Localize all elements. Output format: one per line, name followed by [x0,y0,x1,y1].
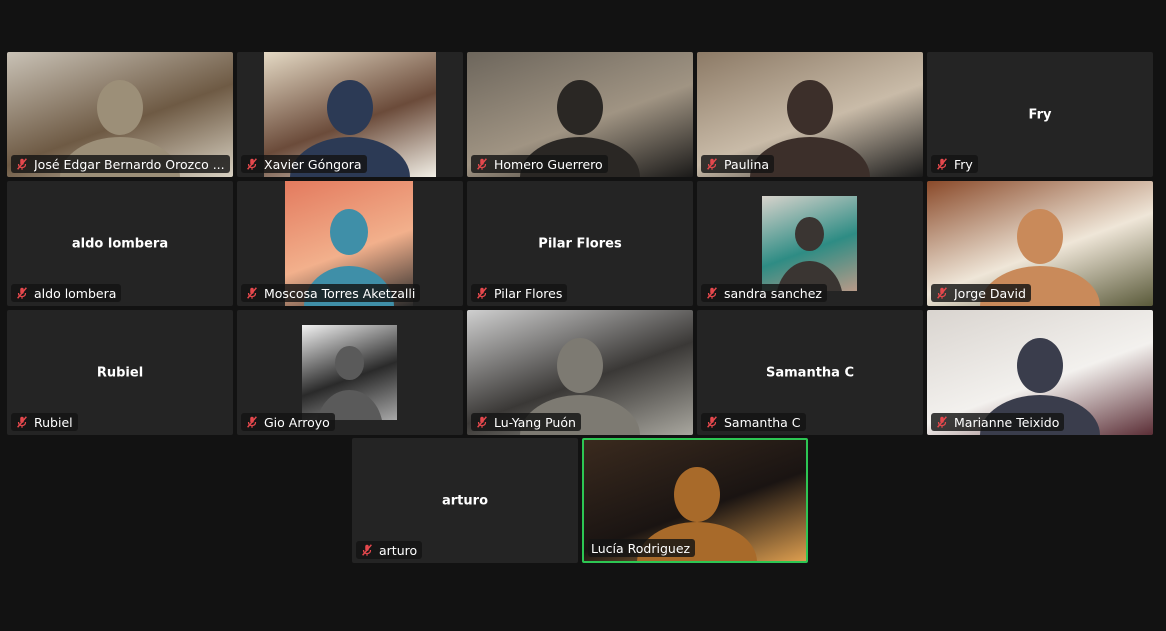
name-label: Fry [931,155,978,173]
participant-name: Rubiel [34,414,73,430]
person-head [97,79,143,135]
participant-tile[interactable]: Paulina [697,52,923,177]
participant-name: Jorge David [954,285,1026,301]
participant-tile[interactable]: Lu-Yang Puón [467,310,693,435]
participant-display-name: Pilar Flores [538,236,622,251]
name-label: Lucía Rodriguez [588,539,696,557]
name-label: Marianne Teixido [931,413,1065,431]
name-label: Samantha C [701,413,806,431]
mic-muted-icon [17,287,27,299]
participant-display-name: aldo lombera [71,236,169,251]
participant-tile[interactable]: sandra sanchez [697,181,923,306]
participant-tile[interactable]: Pilar Flores Pilar Flores [467,181,693,306]
mic-muted-icon [17,158,27,170]
participant-name: Moscosa Torres Aketzalli [264,285,416,301]
participant-display-name: arturo [442,493,488,508]
person-head [1017,337,1063,393]
mic-muted-icon [937,158,947,170]
mic-muted-icon [17,416,27,428]
person-head [557,337,603,393]
mic-muted-icon [362,544,372,556]
participant-tile[interactable]: Samantha C Samantha C [697,310,923,435]
name-label: Gio Arroyo [241,413,335,431]
participant-name: arturo [379,542,418,558]
participant-name: Samantha C [724,414,801,430]
participant-name: Fry [954,156,973,172]
name-label: Lu-Yang Puón [471,413,581,431]
participant-tile[interactable]: Homero Guerrero [467,52,693,177]
participant-name: Homero Guerrero [494,156,603,172]
mic-muted-icon [477,158,487,170]
participant-tile[interactable]: Marianne Teixido [927,310,1153,435]
participant-tile[interactable]: aldo lombera aldo lombera [7,181,233,306]
person-head [795,216,824,252]
name-label: Pilar Flores [471,284,568,302]
participant-display-name: Fry [1028,107,1052,122]
profile-photo [762,196,857,291]
mic-muted-icon [707,416,717,428]
name-label: Moscosa Torres Aketzalli [241,284,421,302]
participant-name: Lu-Yang Puón [494,414,576,430]
person-head [335,345,364,381]
participant-gallery: José Edgar Bernardo Orozco ... Xavier Gón… [0,0,1166,631]
participant-name: Xavier Góngora [264,156,362,172]
participant-name: Gio Arroyo [264,414,330,430]
name-label: sandra sanchez [701,284,827,302]
participant-name: José Edgar Bernardo Orozco ... [34,156,225,172]
participant-tile[interactable]: Rubiel Rubiel [7,310,233,435]
mic-muted-icon [477,416,487,428]
person-head [327,79,373,135]
participant-name: aldo lombera [34,285,117,301]
name-label: Homero Guerrero [471,155,608,173]
participant-tile[interactable]: Xavier Góngora [237,52,463,177]
participant-name: Marianne Teixido [954,414,1060,430]
name-label: Xavier Góngora [241,155,367,173]
person-head [1017,208,1063,264]
participant-name: Paulina [724,156,770,172]
participant-tile[interactable]: Moscosa Torres Aketzalli [237,181,463,306]
participant-name: Pilar Flores [494,285,563,301]
name-label: arturo [356,541,423,559]
participant-tile[interactable]: Gio Arroyo [237,310,463,435]
person-head [329,208,369,255]
name-label: Jorge David [931,284,1031,302]
mic-muted-icon [247,158,257,170]
participant-display-name: Rubiel [96,365,144,380]
name-label: Paulina [701,155,775,173]
mic-muted-icon [477,287,487,299]
person-head [674,466,720,522]
mic-muted-icon [247,287,257,299]
participant-tile[interactable]: Lucía Rodriguez [582,438,808,563]
mic-muted-icon [937,416,947,428]
participant-tile[interactable]: Fry Fry [927,52,1153,177]
participant-tile[interactable]: arturo arturo [352,438,578,563]
person-head [787,79,833,135]
participant-display-name: Samantha C [765,365,855,380]
participant-tile[interactable]: José Edgar Bernardo Orozco ... [7,52,233,177]
name-label: Rubiel [11,413,78,431]
name-label: aldo lombera [11,284,122,302]
mic-muted-icon [707,158,717,170]
profile-photo [302,325,397,420]
participant-name: sandra sanchez [724,285,822,301]
participant-tile[interactable]: Jorge David [927,181,1153,306]
person-head [557,79,603,135]
mic-muted-icon [937,287,947,299]
participant-name: Lucía Rodriguez [591,540,691,556]
mic-muted-icon [707,287,717,299]
name-label: José Edgar Bernardo Orozco ... [11,155,230,173]
mic-muted-icon [247,416,257,428]
